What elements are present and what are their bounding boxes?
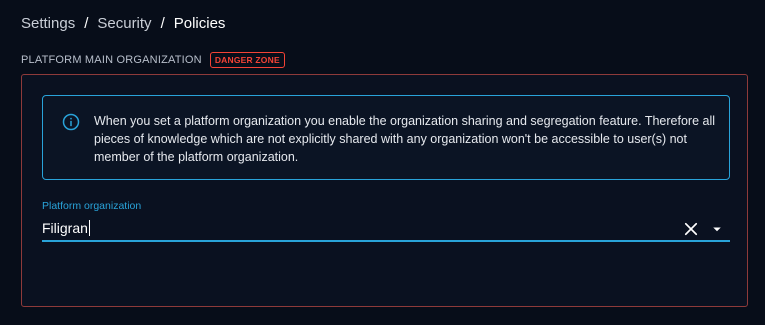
breadcrumb-policies: Policies [173,15,226,32]
platform-organization-field: Platform organization Filigran [42,200,730,242]
platform-organization-panel: When you set a platform organization you… [21,74,748,307]
section-title: PLATFORM MAIN ORGANIZATION [21,54,202,66]
input-value[interactable]: Filigran [42,220,88,236]
field-underline [42,240,730,242]
breadcrumb-security[interactable]: Security [97,15,151,32]
danger-zone-badge: DANGER ZONE [209,52,285,68]
platform-organization-input[interactable]: Filigran [42,218,90,238]
section-header: PLATFORM MAIN ORGANIZATION DANGER ZONE [21,51,285,69]
breadcrumb: Settings / Security / Policies [21,15,225,32]
breadcrumb-separator: / [84,15,89,32]
policies-page: Settings / Security / Policies PLATFORM … [0,0,765,325]
field-label: Platform organization [42,200,142,212]
info-alert: When you set a platform organization you… [42,95,730,180]
arrow-drop-down-icon[interactable] [708,220,726,238]
info-icon [62,113,80,131]
breadcrumb-settings[interactable]: Settings [21,15,75,32]
breadcrumb-separator: / [160,15,165,32]
text-caret [88,220,90,236]
alert-message: When you set a platform organization you… [94,114,715,164]
close-icon[interactable] [682,220,700,238]
